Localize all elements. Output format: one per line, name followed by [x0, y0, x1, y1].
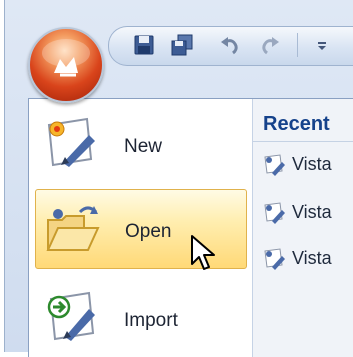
recent-item[interactable]: Vista	[263, 199, 353, 227]
new-document-icon	[43, 115, 103, 175]
undo-icon[interactable]	[219, 34, 241, 56]
quick-access-toolbar	[108, 26, 353, 66]
save-icon[interactable]	[133, 34, 155, 56]
menu-item-label: Open	[125, 221, 172, 242]
import-icon	[43, 287, 103, 347]
office-logo-icon	[42, 39, 90, 77]
recent-divider	[253, 141, 353, 142]
redo-icon[interactable]	[259, 34, 281, 56]
save-all-icon[interactable]	[171, 34, 193, 56]
menu-commands: New Open Import	[29, 99, 253, 357]
document-icon	[263, 153, 287, 177]
recent-item-label: Vista	[292, 202, 332, 222]
recent-item[interactable]: Vista	[263, 245, 353, 273]
document-icon	[263, 201, 287, 225]
recent-item-label: Vista	[292, 154, 332, 174]
menu-item-label: Import	[124, 310, 178, 331]
document-icon	[263, 247, 287, 271]
recent-header: Recent	[263, 113, 330, 135]
toolbar-separator	[297, 33, 298, 57]
dropdown-icon[interactable]	[315, 35, 329, 55]
recent-documents-panel: Recent Vista Vista Vista	[253, 99, 353, 357]
menu-item-import[interactable]: Import	[35, 277, 247, 357]
menu-item-label: New	[124, 136, 163, 157]
mouse-cursor-icon	[190, 234, 216, 272]
recent-item-label: Vista	[292, 248, 332, 268]
menu-item-new[interactable]: New	[35, 105, 247, 185]
recent-item[interactable]: Vista	[263, 151, 353, 179]
application-menu: New Open Import Recent Vista Vista Vista	[28, 98, 353, 357]
open-folder-icon	[44, 200, 104, 260]
application-button[interactable]	[28, 27, 104, 103]
